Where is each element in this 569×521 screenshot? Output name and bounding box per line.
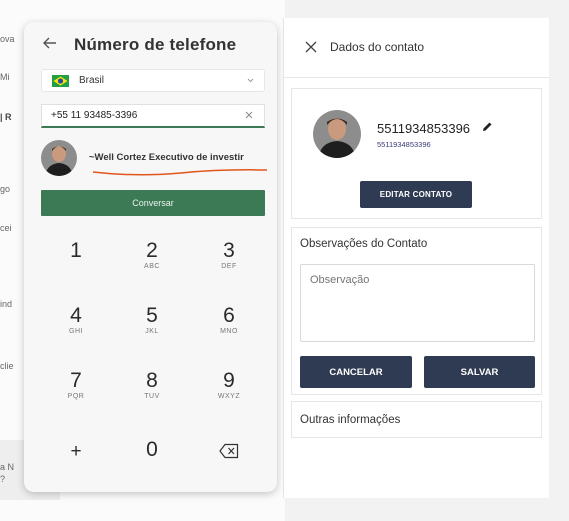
other-info-title: Outras informações: [300, 414, 401, 426]
contact-details-panel: Dados do contato 5511934853396 551193485…: [283, 18, 549, 498]
phone-number-input[interactable]: [41, 104, 265, 128]
keypad-key-plus[interactable]: +: [46, 421, 106, 481]
notes-field[interactable]: [300, 264, 535, 342]
avatar: [313, 110, 361, 158]
backspace-icon: [219, 443, 239, 459]
notes-card: Observações do Contato CANCELAR SALVAR: [291, 227, 542, 395]
keypad-key-9[interactable]: 9 WXYZ: [199, 356, 259, 416]
contact-search-result[interactable]: ~Well Cortez Executivo de investir: [41, 140, 268, 184]
keypad-key-3[interactable]: 3 DEF: [199, 226, 259, 286]
background-text: | R: [0, 112, 12, 122]
country-select[interactable]: Brasil: [41, 69, 265, 92]
keypad-key-1[interactable]: 1: [46, 226, 106, 286]
dialer-title: Número de telefone: [74, 35, 237, 54]
background-text: ind: [0, 299, 13, 309]
background-text: ova: [0, 34, 15, 44]
contact-display-name: 5511934853396: [377, 121, 471, 136]
start-conversation-button[interactable]: Conversar: [41, 190, 265, 216]
notes-title: Observações do Contato: [300, 238, 428, 250]
phone-dialer-panel: Número de telefone Brasil ~Well Cortez E…: [24, 22, 277, 492]
chevron-down-icon: [247, 78, 254, 83]
profile-card: 5511934853396 5511934853396 EDITAR CONTA…: [291, 88, 542, 219]
keypad-key-0[interactable]: 0: [122, 421, 182, 481]
keypad-key-6[interactable]: 6 MNO: [199, 291, 259, 351]
edit-contact-button[interactable]: EDITAR CONTATO: [360, 181, 472, 208]
dialer-header: Número de telefone: [24, 22, 277, 66]
details-header: Dados do contato: [284, 18, 549, 78]
close-icon[interactable]: [244, 110, 254, 120]
keypad-key-4[interactable]: 4 GHI: [46, 291, 106, 351]
background-text: Mi: [0, 72, 10, 82]
brazil-flag-icon: [52, 75, 69, 87]
cancel-button[interactable]: CANCELAR: [300, 356, 412, 388]
background-text: cei: [0, 223, 12, 233]
keypad-key-8[interactable]: 8 TUV: [122, 356, 182, 416]
contact-name: ~Well Cortez Executivo de investir: [89, 152, 244, 163]
background-text: clie: [0, 361, 14, 371]
keypad-key-7[interactable]: 7 PQR: [46, 356, 106, 416]
arrow-left-icon[interactable]: [42, 35, 58, 51]
save-button[interactable]: SALVAR: [424, 356, 535, 388]
details-title: Dados do contato: [330, 40, 425, 54]
contact-phone: 5511934853396: [377, 140, 431, 149]
avatar: [41, 140, 77, 176]
close-icon[interactable]: [305, 41, 317, 53]
background-text: a N: [0, 462, 15, 472]
background-text: ?: [0, 474, 6, 484]
pencil-icon[interactable]: [481, 121, 493, 133]
keypad-key-5[interactable]: 5 JKL: [122, 291, 182, 351]
keypad-key-2[interactable]: 2 ABC: [122, 226, 182, 286]
background-text: go: [0, 184, 11, 194]
annotation-underline: [92, 169, 268, 176]
country-label: Brasil: [79, 75, 105, 86]
backspace-button[interactable]: [199, 421, 259, 481]
other-info-section[interactable]: Outras informações: [291, 401, 542, 438]
